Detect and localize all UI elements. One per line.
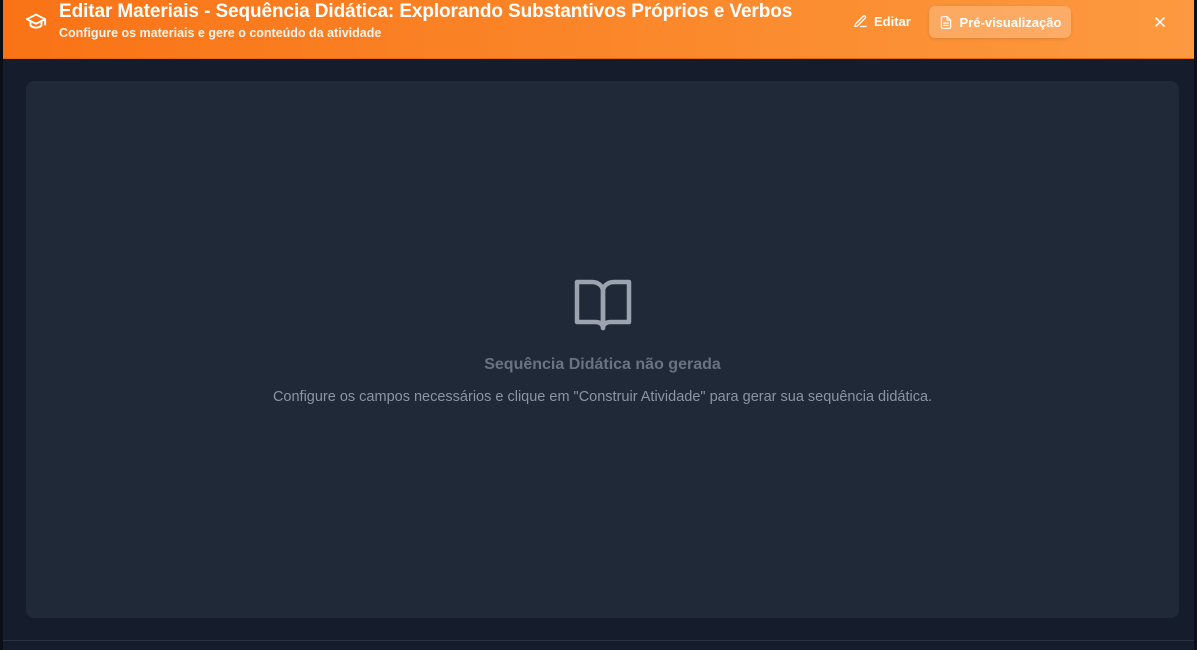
pencil-icon	[854, 15, 867, 28]
dialog-header: Editar Materiais - Sequência Didática: E…	[3, 0, 1194, 59]
close-button[interactable]	[1149, 11, 1171, 33]
empty-state-title: Sequência Didática não gerada	[484, 356, 721, 373]
footer-divider	[3, 640, 1194, 641]
edit-button-label: Editar	[874, 14, 911, 29]
document-icon	[940, 15, 951, 29]
preview-button[interactable]: Pré-visualização	[929, 6, 1071, 38]
edit-button[interactable]: Editar	[853, 7, 911, 36]
open-book-icon	[574, 279, 631, 331]
dialog-subtitle: Configure os materiais e gere o conteúdo…	[59, 26, 382, 40]
dialog-window: Editar Materiais - Sequência Didática: E…	[0, 0, 1197, 650]
empty-state-description: Configure os campos necessários e clique…	[272, 389, 933, 405]
close-icon	[1155, 17, 1165, 27]
empty-state: Sequência Didática não gerada Configure …	[26, 277, 1179, 405]
dialog-title: Editar Materiais - Sequência Didática: E…	[59, 1, 793, 22]
graduation-cap-icon	[25, 13, 47, 29]
content-panel: Sequência Didática não gerada Configure …	[26, 81, 1179, 618]
preview-button-label: Pré-visualização	[959, 14, 1062, 30]
